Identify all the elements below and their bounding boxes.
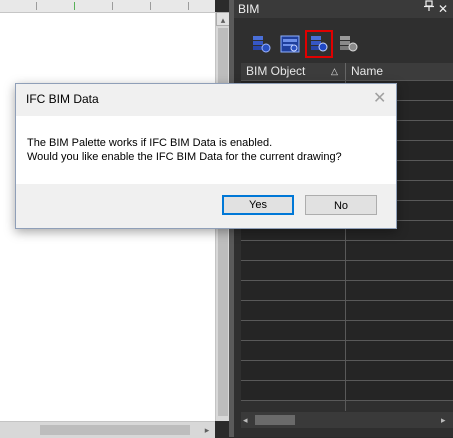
palette-toolbar [234, 30, 453, 60]
table-row[interactable] [241, 381, 453, 401]
ruler-tick [36, 2, 37, 10]
drawing-horizontal-scrollbar[interactable]: ▸ [0, 421, 215, 438]
ruler-tick [188, 2, 189, 10]
ifc-bim-data-dialog: IFC BIM Data ✕ The BIM Palette works if … [15, 83, 397, 229]
pin-icon[interactable] [424, 0, 434, 19]
ruler-tick [112, 2, 113, 10]
no-button[interactable]: No [305, 195, 377, 215]
scroll-right-icon[interactable]: ▸ [441, 412, 446, 428]
scroll-right-icon[interactable]: ▸ [199, 422, 215, 438]
table-row[interactable] [241, 241, 453, 261]
table-row[interactable] [241, 341, 453, 361]
palette-horizontal-scrollbar[interactable]: ◂ ▸ [241, 412, 453, 428]
bim-data-icon[interactable] [250, 33, 272, 55]
dialog-message-area: The BIM Palette works if IFC BIM Data is… [16, 116, 396, 184]
table-row[interactable] [241, 361, 453, 381]
dialog-title: IFC BIM Data [26, 92, 99, 106]
palette-title-bar: BIM ✕ [234, 0, 453, 18]
column-header-name[interactable]: Name [351, 63, 383, 80]
grid-header: BIM Object △ Name [241, 63, 453, 81]
sort-ascending-icon[interactable]: △ [331, 63, 338, 80]
table-row[interactable] [241, 321, 453, 341]
table-row[interactable] [241, 281, 453, 301]
dialog-message-line: Would you like enable the IFC BIM Data f… [27, 151, 342, 163]
dialog-message-line: The BIM Palette works if IFC BIM Data is… [27, 137, 273, 149]
top-ruler [0, 0, 215, 13]
scroll-thumb[interactable] [255, 415, 295, 425]
ruler-tick [150, 2, 151, 10]
yes-button[interactable]: Yes [222, 195, 294, 215]
dialog-close-icon[interactable]: ✕ [373, 88, 386, 108]
ruler-tick [74, 2, 75, 10]
column-header-bim-object[interactable]: BIM Object [246, 63, 305, 80]
column-separator[interactable] [345, 63, 346, 80]
scroll-up-icon[interactable]: ▴ [216, 12, 230, 26]
bim-palette-icon[interactable] [305, 30, 333, 58]
scroll-thumb[interactable] [40, 425, 190, 435]
bim-browser-icon[interactable] [279, 33, 301, 55]
palette-close-icon[interactable]: ✕ [438, 0, 448, 18]
palette-title: BIM [238, 2, 260, 16]
bim-settings-icon[interactable] [337, 33, 359, 55]
table-row[interactable] [241, 261, 453, 281]
pin-icon-glyph [424, 0, 434, 11]
table-row[interactable] [241, 301, 453, 321]
scroll-left-icon[interactable]: ◂ [243, 412, 248, 428]
